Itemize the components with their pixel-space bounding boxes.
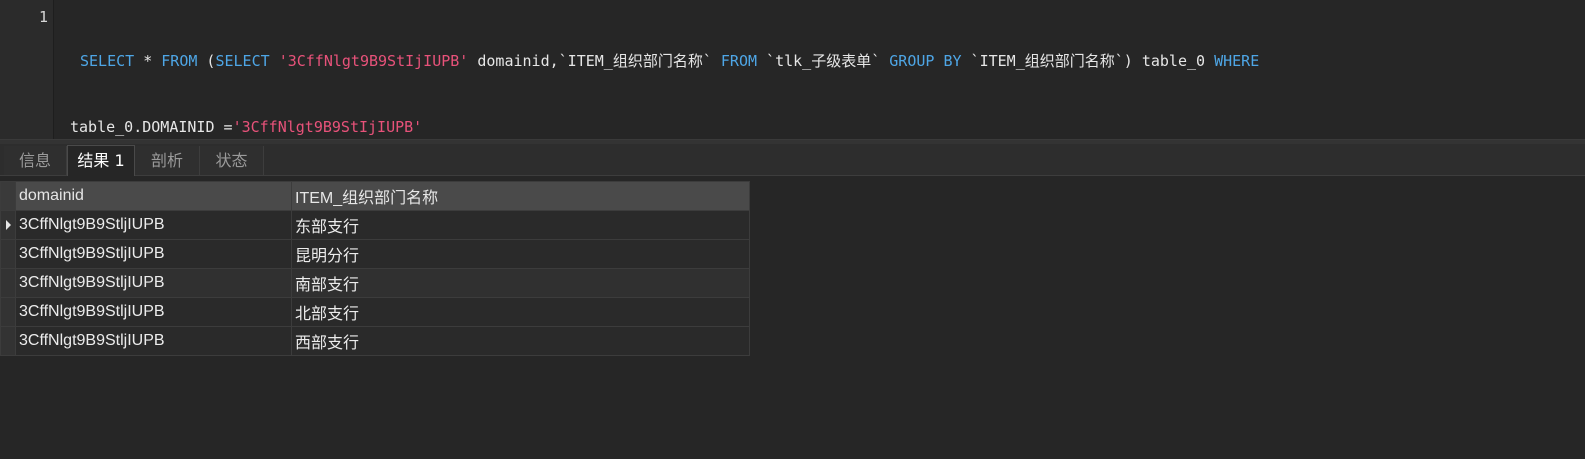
cell-org-dept[interactable]: 北部支行 bbox=[291, 297, 750, 327]
column-header-item-org-dept[interactable]: ITEM_组织部门名称 bbox=[291, 181, 750, 211]
result-tab-bar: 信息 结果 1 剖析 状态 bbox=[0, 144, 1585, 176]
line-number: 1 bbox=[38, 8, 48, 26]
cell-domainid[interactable]: 3CffNlgt9B9StljIUPB bbox=[15, 297, 292, 327]
tab-info[interactable]: 信息 bbox=[4, 146, 67, 175]
line1-token-3: ( bbox=[197, 52, 216, 70]
cell-domainid[interactable]: 3CffNlgt9B9StljIUPB bbox=[15, 239, 292, 269]
line-gutter: 1 bbox=[0, 0, 54, 139]
line1-token-12: WHERE bbox=[1214, 52, 1260, 70]
line1-token-4: SELECT bbox=[215, 52, 270, 70]
line1-token-2: FROM bbox=[161, 52, 198, 70]
cell-org-dept[interactable]: 西部支行 bbox=[291, 326, 750, 356]
column-header-domainid[interactable]: domainid bbox=[15, 181, 292, 211]
line1-token-11: `ITEM_组织部门名称`) table_0 bbox=[961, 52, 1215, 70]
line1-token-1: * bbox=[134, 52, 162, 70]
line1-token-6: '3CffNlgt9B9StIjIUPB' bbox=[278, 52, 469, 70]
current-row-pointer-icon bbox=[6, 220, 11, 230]
table-row[interactable]: 3CffNlgt9B9StljIUPB 北部支行 bbox=[0, 297, 750, 327]
grid-corner[interactable] bbox=[0, 181, 16, 211]
line1-token-8: FROM bbox=[720, 52, 758, 70]
tab-profile[interactable]: 剖析 bbox=[135, 146, 200, 175]
line1-token-7: domainid,`ITEM_组织部门名称` bbox=[468, 52, 721, 70]
table-row[interactable]: 3CffNlgt9B9StljIUPB 昆明分行 bbox=[0, 239, 750, 269]
line2-token-1: '3CffNlgt9B9StIjIUPB' bbox=[232, 118, 423, 136]
sql-editor[interactable]: 1 SELECT * FROM (SELECT '3CffNlgt9B9StIj… bbox=[0, 0, 1585, 139]
table-row[interactable]: 3CffNlgt9B9StljIUPB 东部支行 bbox=[0, 210, 750, 240]
table-row[interactable]: 3CffNlgt9B9StljIUPB 南部支行 bbox=[0, 268, 750, 298]
cell-domainid[interactable]: 3CffNlgt9B9StljIUPB bbox=[15, 210, 292, 240]
cell-org-dept[interactable]: 东部支行 bbox=[291, 210, 750, 240]
tab-result-1[interactable]: 结果 1 bbox=[67, 145, 135, 176]
row-indicator[interactable] bbox=[0, 268, 16, 298]
line2-token-0: table_0.DOMAINID = bbox=[70, 118, 233, 136]
row-indicator[interactable] bbox=[0, 239, 16, 269]
code-line-2[interactable]: table_0.DOMAINID ='3CffNlgt9B9StIjIUPB' bbox=[70, 116, 1570, 138]
table-row[interactable]: 3CffNlgt9B9StljIUPB 西部支行 bbox=[0, 326, 750, 356]
cell-domainid[interactable]: 3CffNlgt9B9StljIUPB bbox=[15, 326, 292, 356]
row-indicator[interactable] bbox=[0, 297, 16, 327]
tab-status[interactable]: 状态 bbox=[200, 146, 264, 175]
line1-token-5 bbox=[270, 52, 279, 70]
row-indicator[interactable] bbox=[0, 326, 16, 356]
result-grid[interactable]: domainid ITEM_组织部门名称 3CffNlgt9B9StljIUPB… bbox=[0, 181, 750, 356]
row-indicator[interactable] bbox=[0, 210, 16, 240]
cell-org-dept[interactable]: 昆明分行 bbox=[291, 239, 750, 269]
line1-token-10: GROUP BY bbox=[889, 52, 962, 70]
line1-token-9: `tlk_子级表单` bbox=[757, 52, 890, 70]
cell-org-dept[interactable]: 南部支行 bbox=[291, 268, 750, 298]
line1-token-0: SELECT bbox=[80, 52, 135, 70]
cell-domainid[interactable]: 3CffNlgt9B9StljIUPB bbox=[15, 268, 292, 298]
code-line-1[interactable]: SELECT * FROM (SELECT '3CffNlgt9B9StIjIU… bbox=[80, 50, 1570, 72]
